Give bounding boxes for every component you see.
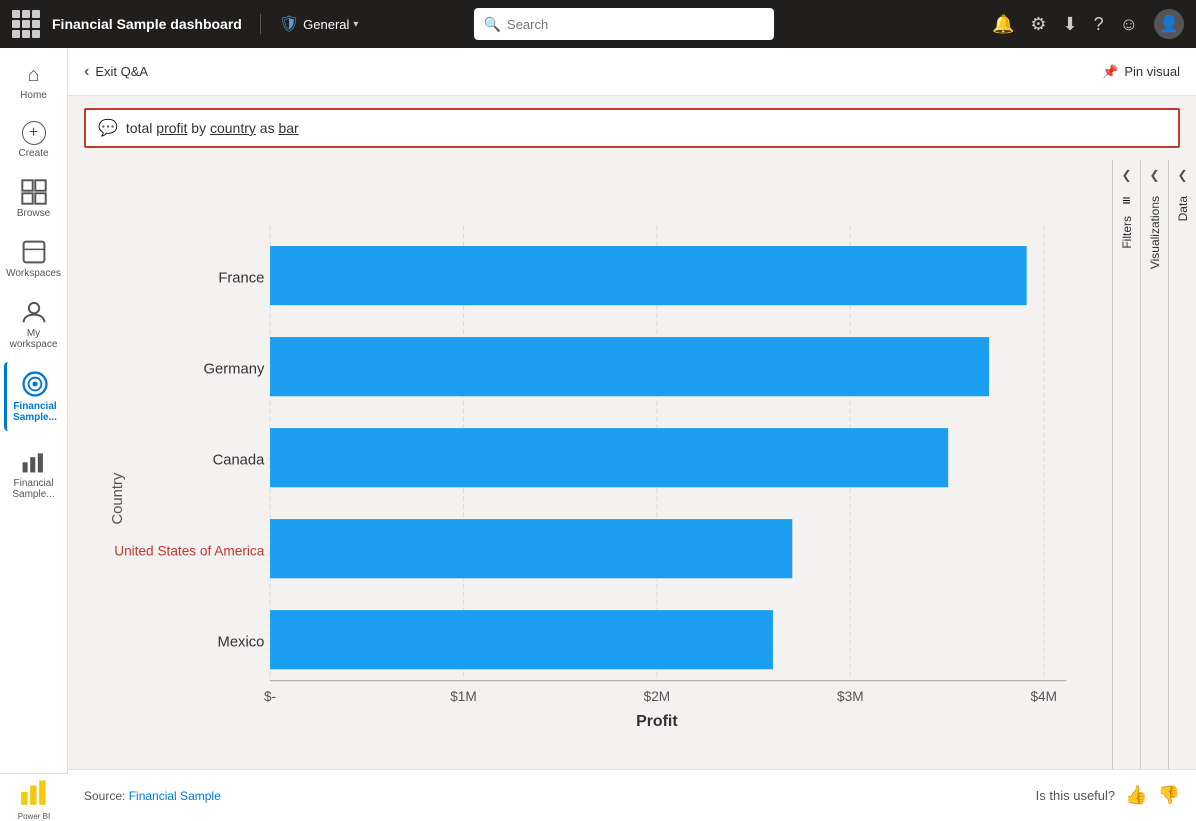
shield-icon: 🛡: [279, 14, 299, 34]
search-icon: 🔍: [484, 16, 501, 33]
nav-divider: [260, 14, 261, 34]
sidebar-label-financial-sample2: Financial Sample...: [8, 478, 60, 500]
bar-underline: bar: [278, 120, 298, 136]
pin-icon: 📌: [1102, 64, 1118, 80]
download-icon[interactable]: ⬇: [1063, 14, 1078, 35]
app-title: Financial Sample dashboard: [52, 16, 242, 32]
thumbs-up-button[interactable]: 👍: [1125, 785, 1147, 806]
nav-icons: 🔔 ⚙ ⬇ ? ☺ 👤: [992, 9, 1184, 39]
thumbs-down-button[interactable]: 👎: [1158, 785, 1180, 806]
filters-menu-icon: ≡: [1122, 192, 1130, 208]
sidebar-item-my-workspace[interactable]: My workspace: [4, 291, 64, 358]
pin-visual-button[interactable]: 📌 Pin visual: [1102, 64, 1180, 80]
help-icon[interactable]: ?: [1094, 14, 1104, 35]
bar-mexico[interactable]: [270, 610, 773, 669]
sidebar-item-create[interactable]: + Create: [4, 113, 64, 167]
powerbi-branding: Power BI: [0, 773, 68, 821]
pin-visual-label: Pin visual: [1124, 64, 1180, 79]
x-tick-4: $4M: [1030, 689, 1057, 704]
workspace-badge[interactable]: 🛡 General ▾: [279, 14, 359, 34]
chart-svg-container: Country France Germany: [88, 170, 1112, 759]
country-underline: country: [210, 120, 256, 136]
main-layout: ⌂ Home + Create Browse Workspaces My wor…: [0, 48, 1196, 821]
content-area: ‹ Exit Q&A 📌 Pin visual 💬 total profit b…: [68, 48, 1196, 821]
data-panel-tab[interactable]: ❮ Data: [1168, 160, 1196, 769]
vis-collapse-icon: ❮: [1149, 168, 1159, 182]
feedback-label: Is this useful?: [1036, 788, 1116, 803]
chevron-down-icon: ▾: [353, 19, 358, 30]
powerbi-logo-icon: [0, 774, 68, 810]
workspace-label: General: [303, 17, 349, 32]
country-label-canada: Canada: [213, 453, 266, 469]
sidebar-item-home[interactable]: ⌂ Home: [4, 56, 64, 109]
feedback-area: Is this useful? 👍 👎: [1036, 785, 1180, 806]
top-navigation: Financial Sample dashboard 🛡 General ▾ 🔍…: [0, 0, 1196, 48]
financial-sample2-icon: [20, 447, 48, 475]
sidebar-item-financial-sample[interactable]: Financial Sample...: [4, 362, 64, 431]
powerbi-label: Power BI: [18, 812, 50, 821]
country-label-usa: United States of America: [114, 544, 265, 559]
sidebar-label-create: Create: [18, 148, 48, 159]
footer: Source: Financial Sample Is this useful?…: [68, 769, 1196, 821]
bar-usa[interactable]: [270, 519, 792, 578]
profit-underline: profit: [156, 120, 187, 136]
browse-icon: [21, 179, 47, 205]
source-link[interactable]: Financial Sample: [129, 789, 221, 803]
data-label: Data: [1176, 196, 1190, 221]
source-text: Source: Financial Sample: [84, 789, 221, 803]
x-tick-1: $1M: [450, 689, 477, 704]
search-bar[interactable]: 🔍: [474, 8, 774, 40]
sidebar-label-browse: Browse: [17, 208, 50, 219]
exit-qa-label: Exit Q&A: [95, 64, 148, 79]
notification-icon[interactable]: 🔔: [992, 14, 1014, 35]
feedback-icon[interactable]: ☺: [1120, 14, 1138, 35]
qa-header: ‹ Exit Q&A 📌 Pin visual: [68, 48, 1196, 96]
y-axis-label: Country: [110, 472, 126, 524]
avatar-icon: 👤: [1159, 14, 1179, 34]
source-prefix: Source:: [84, 789, 129, 803]
visualizations-label: Visualizations: [1148, 196, 1162, 269]
search-input[interactable]: [507, 17, 764, 32]
bar-france[interactable]: [270, 246, 1027, 305]
country-label-mexico: Mexico: [218, 635, 265, 651]
visualizations-panel-tab[interactable]: ❮ Visualizations: [1140, 160, 1168, 769]
chart-container: Country France Germany: [68, 160, 1112, 769]
create-icon: +: [22, 121, 46, 145]
settings-icon[interactable]: ⚙: [1030, 14, 1046, 35]
right-panels: ❮ ≡ Filters ❮ Visualizations ❮ Data: [1112, 160, 1196, 769]
my-workspace-icon: [21, 299, 47, 325]
x-tick-2: $2M: [644, 689, 671, 704]
sidebar-label-home: Home: [20, 90, 47, 101]
workspaces-icon: [21, 239, 47, 265]
sidebar-item-browse[interactable]: Browse: [4, 171, 64, 227]
x-tick-3: $3M: [837, 689, 864, 704]
qa-query-display: total profit by country as bar: [126, 120, 1166, 136]
country-label-germany: Germany: [204, 361, 265, 377]
data-collapse-icon: ❮: [1177, 168, 1187, 182]
filters-collapse-icon: ❮: [1121, 168, 1131, 182]
home-icon: ⌂: [27, 64, 39, 87]
financial-sample-icon: [21, 370, 49, 398]
sidebar-item-workspaces[interactable]: Workspaces: [4, 231, 64, 287]
filters-label: Filters: [1120, 216, 1134, 249]
sidebar-label-financial-sample: Financial Sample...: [11, 401, 60, 423]
chart-and-panels: Country France Germany: [68, 160, 1196, 769]
country-label-france: France: [218, 270, 264, 286]
bar-chart: Country France Germany: [88, 170, 1112, 759]
waffle-menu-icon[interactable]: [12, 10, 40, 38]
sidebar: ⌂ Home + Create Browse Workspaces My wor…: [0, 48, 68, 821]
x-axis-label: Profit: [636, 713, 678, 730]
sidebar-label-my-workspace: My workspace: [8, 328, 60, 350]
x-tick-0: $-: [264, 689, 276, 704]
qa-input-bar[interactable]: 💬 total profit by country as bar: [84, 108, 1180, 148]
bar-canada[interactable]: [270, 428, 948, 487]
exit-qa-button[interactable]: ‹ Exit Q&A: [84, 63, 148, 81]
back-arrow-icon: ‹: [84, 63, 89, 81]
sidebar-item-financial-sample2[interactable]: Financial Sample...: [4, 439, 64, 508]
filters-panel-tab[interactable]: ❮ ≡ Filters: [1112, 160, 1140, 769]
user-avatar[interactable]: 👤: [1154, 9, 1184, 39]
sidebar-label-workspaces: Workspaces: [6, 268, 61, 279]
bar-germany[interactable]: [270, 337, 989, 396]
chat-icon: 💬: [98, 118, 118, 138]
